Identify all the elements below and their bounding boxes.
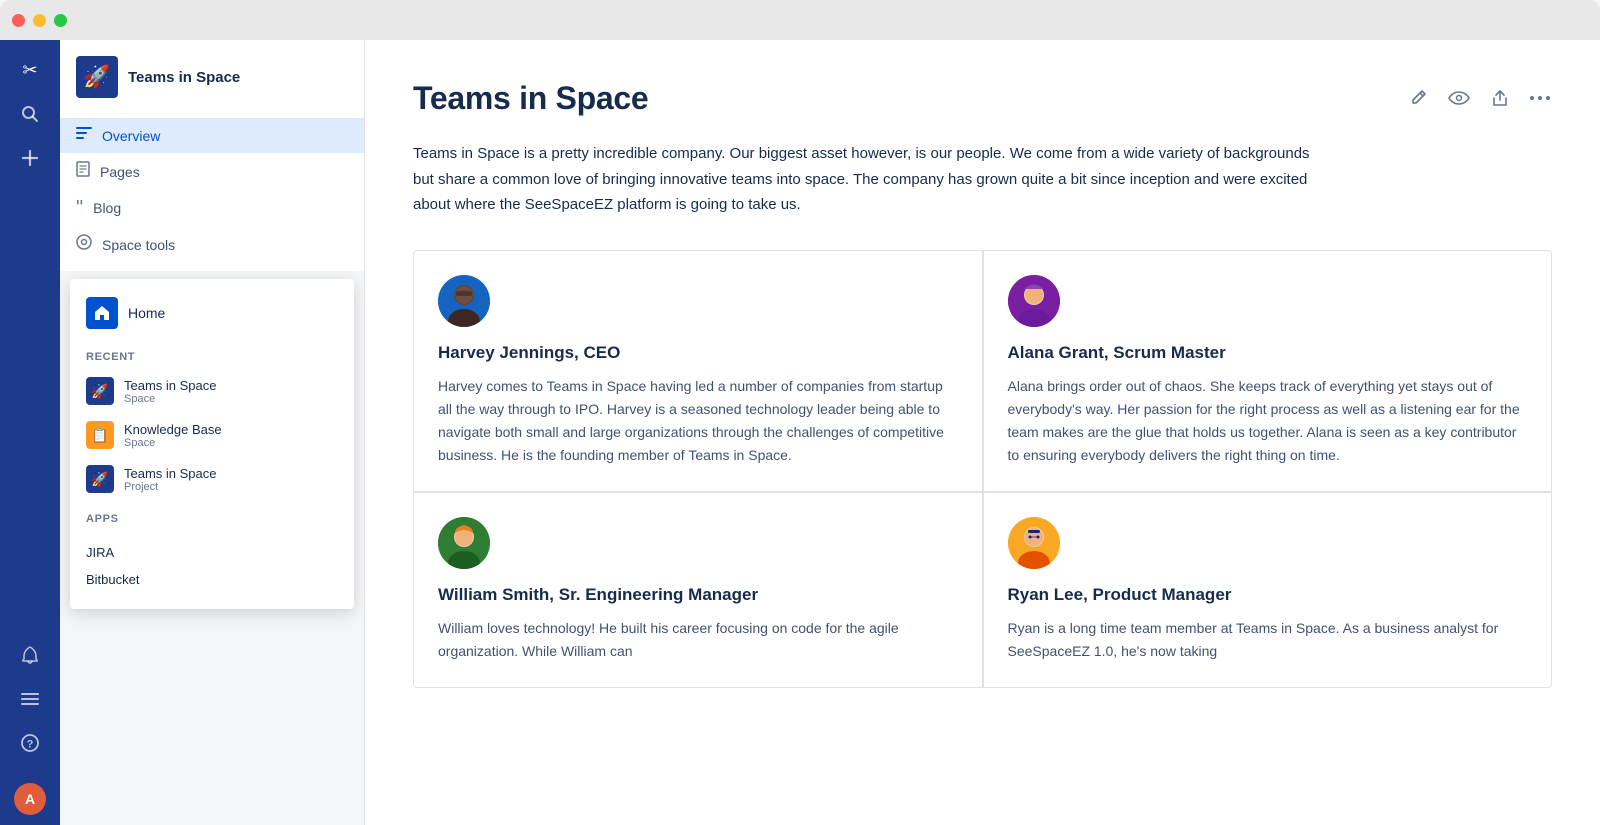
blog-icon: " — [76, 198, 83, 218]
card-ryan: Ryan Lee, Product Manager Ryan is a long… — [984, 493, 1552, 687]
card-william-desc: William loves technology! He built his c… — [438, 617, 958, 663]
recent-item-teams-in-space-project[interactable]: 🚀 Teams in Space Project — [70, 457, 354, 501]
close-button[interactable] — [12, 14, 25, 27]
recent-item-name-proj: Teams in Space — [124, 466, 217, 481]
panel-home-item[interactable]: Home — [70, 287, 354, 339]
sidebar-item-blog-label: Blog — [93, 200, 121, 216]
space-tools-icon — [76, 234, 92, 255]
maximize-button[interactable] — [54, 14, 67, 27]
user-avatar[interactable]: A — [14, 783, 46, 815]
card-harvey-desc: Harvey comes to Teams in Space having le… — [438, 375, 958, 467]
recent-item-teams-in-space[interactable]: 🚀 Teams in Space Space — [70, 369, 354, 413]
apps-section-label: APPS — [70, 501, 354, 531]
card-alana-desc: Alana brings order out of chaos. She kee… — [1008, 375, 1528, 467]
avatar-ryan — [1008, 517, 1060, 569]
floating-panel: Home RECENT 🚀 Teams in Space Space 📋 Kno… — [70, 279, 354, 609]
sidebar-item-blog[interactable]: " Blog — [60, 190, 364, 226]
pages-icon — [76, 161, 90, 182]
scissors-icon[interactable]: ✂ — [10, 50, 50, 90]
sidebar-item-pages[interactable]: Pages — [60, 153, 364, 190]
plus-icon[interactable] — [10, 138, 50, 178]
avatar-alana — [1008, 275, 1060, 327]
recent-item-knowledge-base[interactable]: 📋 Knowledge Base Space — [70, 413, 354, 457]
recent-item-icon-yellow: 📋 — [86, 421, 114, 449]
recent-section-label: RECENT — [70, 339, 354, 369]
page-header: Teams in Space — [413, 80, 1552, 117]
panel-home-label: Home — [128, 305, 165, 321]
traffic-lights — [12, 14, 67, 27]
cards-grid: Harvey Jennings, CEO Harvey comes to Tea… — [413, 250, 1552, 689]
sidebar-item-pages-label: Pages — [100, 164, 140, 180]
sidebar-item-overview-label: Overview — [102, 128, 160, 144]
card-william-name: William Smith, Sr. Engineering Manager — [438, 585, 958, 605]
card-william: William Smith, Sr. Engineering Manager W… — [414, 493, 982, 687]
page-title: Teams in Space — [413, 80, 648, 117]
app-link-bitbucket[interactable]: Bitbucket — [86, 566, 338, 593]
toolbar-actions — [1406, 86, 1552, 110]
card-ryan-name: Ryan Lee, Product Manager — [1008, 585, 1528, 605]
space-header: 🚀 Teams in Space — [60, 40, 364, 110]
sidebar-nav: Overview Pages " Blog — [60, 110, 364, 271]
main-content: Teams in Space — [365, 40, 1600, 825]
avatar-william — [438, 517, 490, 569]
sidebar-item-space-tools[interactable]: Space tools — [60, 226, 364, 263]
overview-icon — [76, 126, 92, 145]
card-alana: Alana Grant, Scrum Master Alana brings o… — [984, 251, 1552, 491]
search-icon[interactable] — [10, 94, 50, 134]
recent-item-subtitle-proj: Project — [124, 481, 217, 493]
recent-item-name: Teams in Space — [124, 378, 217, 393]
recent-item-subtitle: Space — [124, 393, 217, 405]
home-icon — [86, 297, 118, 329]
sidebar: 🚀 Teams in Space Overview — [60, 40, 365, 825]
titlebar — [0, 0, 1600, 40]
recent-item-text-proj: Teams in Space Project — [124, 466, 217, 493]
edit-button[interactable] — [1406, 86, 1430, 110]
more-button[interactable] — [1528, 93, 1552, 103]
icon-rail: ✂ — [0, 40, 60, 825]
recent-item-subtitle-kb: Space — [124, 437, 222, 449]
view-button[interactable] — [1446, 88, 1472, 108]
sidebar-item-overview[interactable]: Overview — [60, 118, 364, 153]
notification-icon[interactable] — [10, 635, 50, 675]
app-body: ✂ — [0, 40, 1600, 825]
recent-item-icon-blue-2: 🚀 — [86, 465, 114, 493]
avatar-harvey — [438, 275, 490, 327]
card-harvey: Harvey Jennings, CEO Harvey comes to Tea… — [414, 251, 982, 491]
app-link-jira[interactable]: JIRA — [86, 539, 338, 566]
card-ryan-desc: Ryan is a long time team member at Teams… — [1008, 617, 1528, 663]
card-alana-name: Alana Grant, Scrum Master — [1008, 343, 1528, 363]
help-icon[interactable]: ? — [10, 723, 50, 763]
recent-item-text: Teams in Space Space — [124, 378, 217, 405]
apps-section: JIRA Bitbucket — [70, 531, 354, 601]
page-intro: Teams in Space is a pretty incredible co… — [413, 141, 1333, 218]
card-harvey-name: Harvey Jennings, CEO — [438, 343, 958, 363]
minimize-button[interactable] — [33, 14, 46, 27]
menu-icon[interactable] — [10, 679, 50, 719]
recent-item-text-kb: Knowledge Base Space — [124, 422, 222, 449]
svg-text:?: ? — [27, 739, 34, 751]
space-icon[interactable]: 🚀 — [76, 56, 118, 98]
share-button[interactable] — [1488, 86, 1512, 110]
recent-item-name-kb: Knowledge Base — [124, 422, 222, 437]
space-title: Teams in Space — [128, 69, 240, 86]
recent-item-icon-blue: 🚀 — [86, 377, 114, 405]
sidebar-item-space-tools-label: Space tools — [102, 237, 175, 253]
